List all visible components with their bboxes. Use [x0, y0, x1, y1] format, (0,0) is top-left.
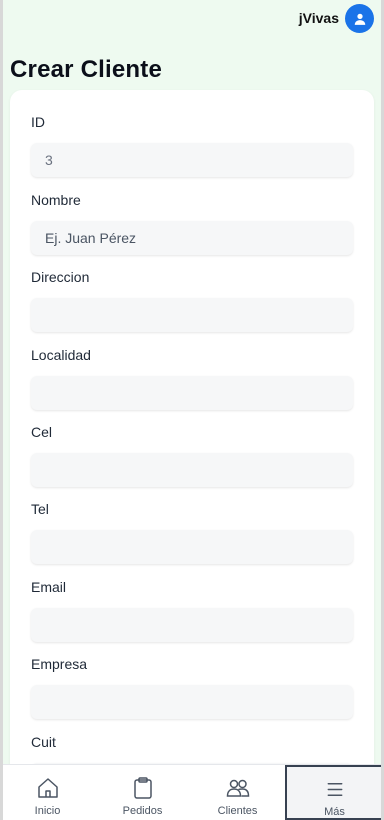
field-direccion: Direccion — [31, 269, 353, 332]
nav-item-pedidos[interactable]: Pedidos — [95, 765, 190, 820]
field-label-localidad: Localidad — [31, 347, 91, 363]
field-label-id: ID — [31, 114, 45, 130]
avatar[interactable] — [345, 4, 374, 33]
users-icon — [226, 779, 249, 797]
client-form: ID Nombre Direccion Localidad Cel Tel Em… — [10, 90, 374, 810]
field-localidad: Localidad — [31, 347, 353, 410]
username: jVivas — [298, 10, 339, 26]
field-label-nombre: Nombre — [31, 192, 81, 208]
nav-label-inicio: Inicio — [34, 805, 61, 817]
field-cel: Cel — [31, 424, 353, 487]
tel-input[interactable] — [31, 530, 353, 564]
page-title: Crear Cliente — [10, 56, 162, 83]
empresa-input[interactable] — [31, 685, 353, 719]
nombre-input[interactable] — [31, 221, 353, 255]
home-icon — [37, 778, 58, 798]
nav-label-clientes: Clientes — [217, 805, 258, 817]
nav-label-pedidos: Pedidos — [122, 805, 163, 817]
clipboard-icon — [133, 777, 152, 799]
field-nombre: Nombre — [31, 192, 353, 255]
nav-item-mas[interactable]: Más — [285, 765, 384, 820]
localidad-input[interactable] — [31, 376, 353, 410]
field-label-direccion: Direccion — [31, 269, 90, 285]
direccion-input[interactable] — [31, 298, 353, 332]
top-bar: jVivas — [0, 0, 384, 38]
email-input[interactable] — [31, 608, 353, 642]
field-email: Email — [31, 579, 353, 642]
id-input[interactable] — [31, 143, 353, 177]
field-empresa: Empresa — [31, 656, 353, 719]
nav-item-inicio[interactable]: Inicio — [0, 765, 95, 820]
field-label-empresa: Empresa — [31, 656, 88, 672]
field-label-email: Email — [31, 579, 67, 595]
user-icon — [354, 13, 365, 25]
nav-item-clientes[interactable]: Clientes — [190, 765, 285, 820]
field-label-cuit: Cuit — [31, 734, 56, 750]
field-label-tel: Tel — [31, 501, 49, 517]
nav-label-mas: Más — [324, 806, 345, 818]
field-tel: Tel — [31, 501, 353, 564]
cel-input[interactable] — [31, 453, 353, 487]
menu-icon — [327, 783, 342, 796]
field-label-cel: Cel — [31, 424, 53, 440]
field-id: ID — [31, 114, 353, 177]
bottom-nav: Inicio Pedidos Clientes Más — [0, 764, 384, 820]
